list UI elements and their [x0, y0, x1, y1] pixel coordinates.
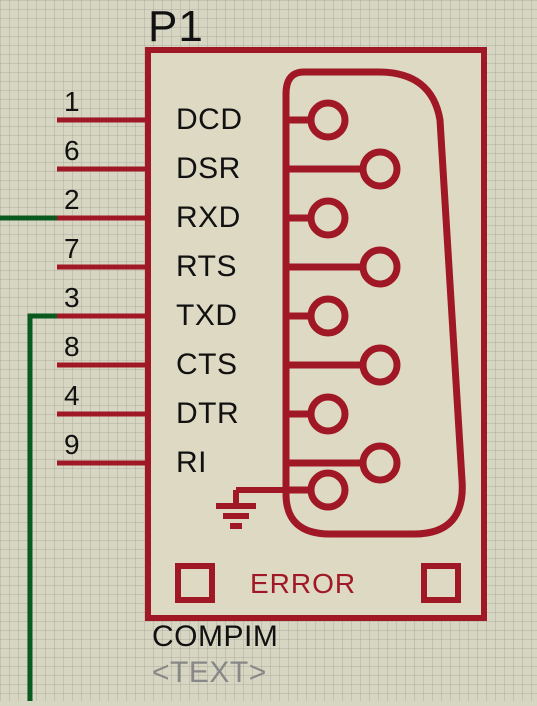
pin-number-9: 9 [64, 429, 80, 461]
pin-number-7: 7 [64, 233, 80, 265]
status-text: ERROR [250, 568, 356, 600]
wire-txd [30, 316, 57, 701]
pin-label-dcd: DCD [176, 103, 243, 137]
pin-label-ri: RI [176, 446, 207, 480]
pin-label-rxd: RXD [176, 201, 241, 235]
component-text-placeholder[interactable]: <TEXT> [152, 656, 267, 690]
ref-designator[interactable]: P1 [148, 2, 204, 52]
pin-number-6: 6 [64, 135, 80, 167]
pin-label-cts: CTS [176, 348, 238, 382]
pin-number-2: 2 [64, 184, 80, 216]
pin-label-rts: RTS [176, 250, 237, 284]
pin-label-dtr: DTR [176, 397, 239, 431]
pin-number-3: 3 [64, 282, 80, 314]
pin-number-8: 8 [64, 331, 80, 363]
pin-label-dsr: DSR [176, 152, 241, 186]
schematic-canvas: P1 1 6 2 7 3 8 4 9 DCD DSR RXD RTS TXD C… [0, 0, 537, 701]
pin-number-4: 4 [64, 380, 80, 412]
component-type[interactable]: COMPIM [152, 620, 278, 654]
pin-label-txd: TXD [176, 299, 238, 333]
pin-number-1: 1 [64, 86, 80, 118]
